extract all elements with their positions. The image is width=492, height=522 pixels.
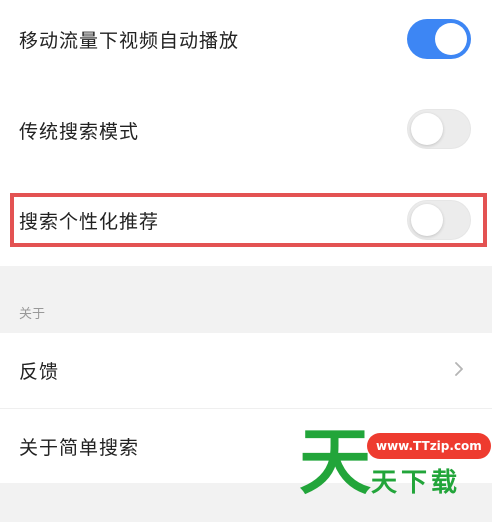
toggle-knob: [435, 23, 467, 55]
settings-card: 移动流量下视频自动播放 传统搜索模式 搜索个性化推荐: [0, 0, 492, 266]
watermark-url-badge: www.TTzip.com: [367, 433, 491, 459]
setting-row-classic-search[interactable]: 传统搜索模式: [0, 90, 492, 170]
settings-screen: 移动流量下视频自动播放 传统搜索模式 搜索个性化推荐 关于 反馈 关于简单搜索 …: [0, 0, 492, 522]
watermark-big-char: 天: [299, 420, 372, 504]
about-row-feedback[interactable]: 反馈: [0, 333, 492, 407]
watermark-logo: 天 www.TTzip.com 天下载: [299, 423, 492, 503]
about-label-feedback: 反馈: [19, 361, 60, 383]
setting-row-autoplay[interactable]: 移动流量下视频自动播放: [0, 0, 492, 80]
autoplay-toggle[interactable]: [407, 19, 471, 59]
setting-label-autoplay: 移动流量下视频自动播放: [19, 30, 240, 52]
setting-label-classic-search: 传统搜索模式: [19, 121, 140, 143]
about-label-about-app: 关于简单搜索: [19, 437, 140, 459]
classic-search-toggle[interactable]: [407, 109, 471, 149]
section-header-about: 关于: [19, 307, 46, 322]
highlight-annotation-box: [10, 193, 487, 247]
toggle-knob: [411, 113, 443, 145]
chevron-right-icon: [455, 362, 463, 376]
watermark-subtitle: 天下载: [371, 468, 462, 498]
